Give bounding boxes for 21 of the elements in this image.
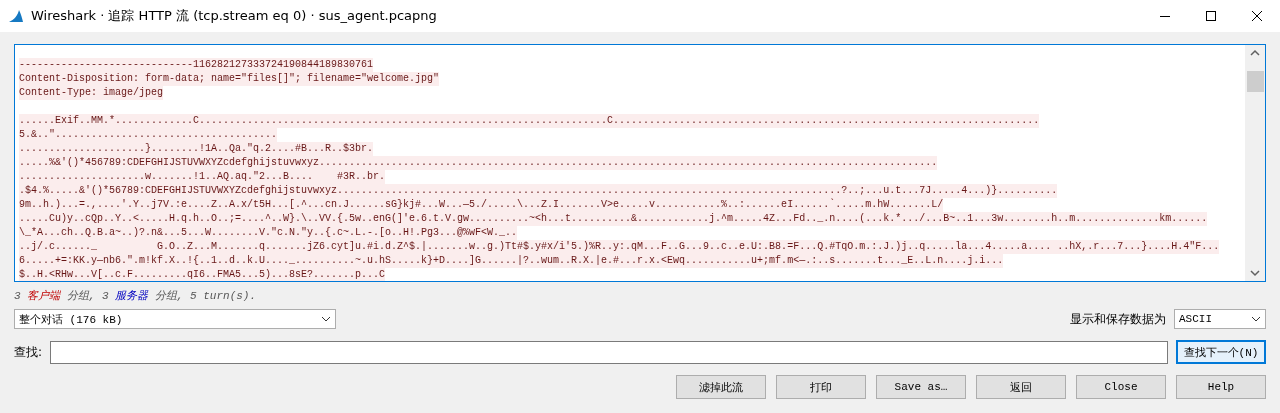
dialog-button[interactable]: Help	[1176, 375, 1266, 399]
close-icon	[1252, 11, 1262, 21]
maximize-icon	[1206, 11, 1216, 21]
dialog-button[interactable]: Close	[1076, 375, 1166, 399]
format-dropdown[interactable]: ASCII	[1174, 309, 1266, 329]
dialog-button[interactable]: Save as…	[876, 375, 966, 399]
window-title: Wireshark · 追踪 HTTP 流 (tcp.stream eq 0) · sus_agent.pcapng	[31, 7, 438, 25]
dialog-button[interactable]: 滤掉此流	[676, 375, 766, 399]
caret-icon	[1251, 316, 1261, 322]
conversation-dropdown[interactable]: 整个对话 (176 kB)	[14, 309, 336, 329]
find-field[interactable]	[50, 340, 1168, 364]
shark-fin-icon	[8, 9, 24, 23]
dialog-button[interactable]: 返回	[976, 375, 1066, 399]
scrollbar[interactable]	[1245, 45, 1265, 281]
find-label: 查找:	[14, 343, 43, 361]
caret-icon	[321, 316, 331, 322]
dialog-button[interactable]: 打印	[776, 375, 866, 399]
scrollbar-thumb[interactable]	[1246, 71, 1264, 92]
find-next-button[interactable]: 查找下一个(N)	[1176, 340, 1266, 364]
conversation-summary: 3 客户端 分组, 3 服务器 分组, 5 turn(s).	[14, 289, 257, 304]
format-label: 显示和保存数据为	[1070, 310, 1166, 328]
